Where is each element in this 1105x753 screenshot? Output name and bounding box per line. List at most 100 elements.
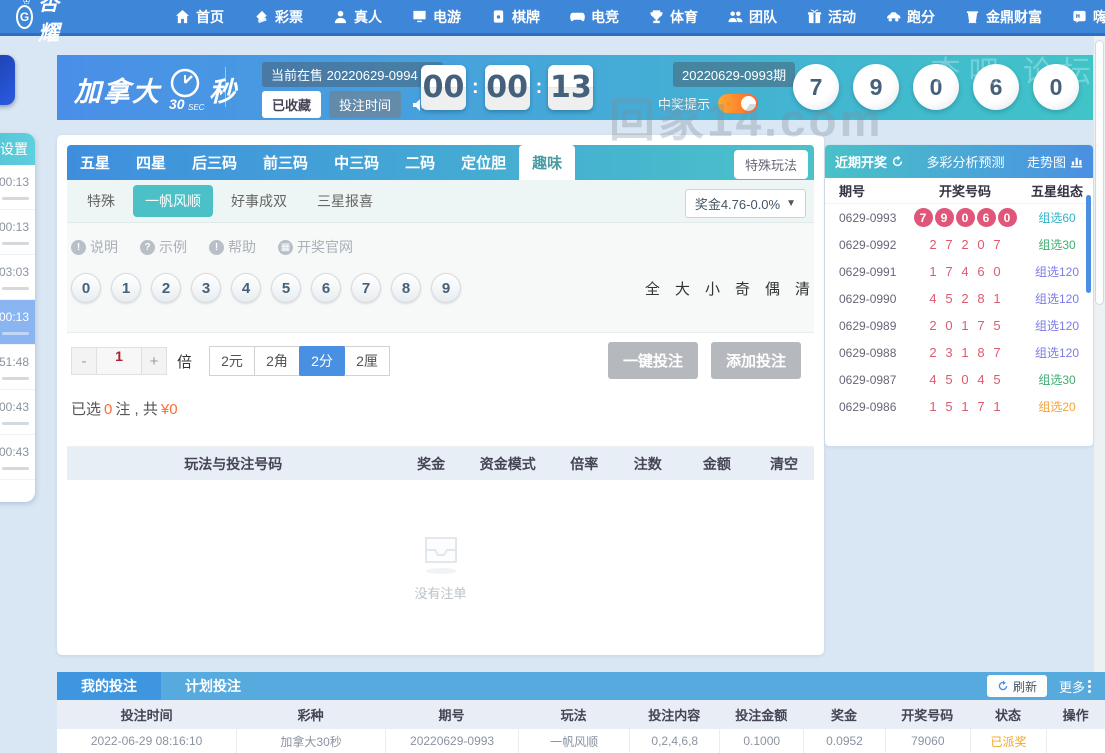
pattern-link[interactable]: 组选120 <box>1021 263 1093 280</box>
slip-col-6[interactable]: 清空 <box>754 454 814 474</box>
recent-draws-scrollbar-thumb[interactable] <box>1086 195 1091 293</box>
nav-item-8[interactable]: 活动 <box>807 7 856 27</box>
pattern-link[interactable]: 组选30 <box>1021 371 1093 388</box>
play-tab-6[interactable]: 定位胆 <box>448 145 519 180</box>
pattern-link[interactable]: 组选120 <box>1021 317 1093 334</box>
tab-analysis-forecast[interactable]: 多彩分析预测 <box>926 152 1004 171</box>
lottery-timer-item-5[interactable]: 00:43 <box>0 390 35 435</box>
nav-item-0[interactable]: 首页 <box>175 7 224 27</box>
lottery-timer-item-2[interactable]: 03:03 <box>0 255 35 300</box>
info-link-3[interactable]: ▦ 开奖官网 <box>278 237 353 257</box>
quick-action-3[interactable]: 奇 <box>735 278 750 299</box>
bonus-dropdown[interactable]: 奖金4.76-0.0% ▼ <box>684 189 806 218</box>
pattern-link[interactable]: 组选120 <box>1021 344 1093 361</box>
my-bets-tab-1[interactable]: 计划投注 <box>161 672 265 700</box>
nav-item-7[interactable]: 团队 <box>728 7 777 27</box>
nav-item-1[interactable]: 彩票 <box>254 7 303 27</box>
win-tip-toggle[interactable] <box>718 94 759 113</box>
draw-number: 7 <box>945 264 953 279</box>
refresh-button[interactable]: 刷新 <box>986 675 1047 697</box>
sub-tab-1[interactable]: 一帆风顺 <box>133 185 213 217</box>
pick-number-1[interactable]: 1 <box>111 273 141 303</box>
floating-widget[interactable] <box>0 55 15 105</box>
lottery-timer-item-1[interactable]: 00:13 <box>0 210 35 255</box>
pick-number-2[interactable]: 2 <box>151 273 181 303</box>
lottery-timer-item-0[interactable]: 00:13 <box>0 165 35 210</box>
draw-issue: 0629-0986 <box>839 399 897 414</box>
play-tab-2[interactable]: 后三码 <box>179 145 250 180</box>
pick-number-4[interactable]: 4 <box>231 273 261 303</box>
nav-item-label: 彩票 <box>275 8 303 25</box>
quick-action-1[interactable]: 大 <box>675 278 690 299</box>
bet-time-button[interactable]: 投注时间 <box>329 91 402 118</box>
activity-icon <box>807 9 822 24</box>
tab-trend-chart[interactable]: 走势图 <box>1027 152 1083 171</box>
pattern-link[interactable]: 组选20 <box>1021 398 1093 415</box>
pick-number-3[interactable]: 3 <box>191 273 221 303</box>
info-link-2[interactable]: ! 帮助 <box>209 237 256 257</box>
sub-tab-3[interactable]: 三星报喜 <box>305 185 385 217</box>
pick-number-9[interactable]: 9 <box>431 273 461 303</box>
sidebar-settings-header[interactable]: 设置 <box>0 133 35 165</box>
pick-number-8[interactable]: 8 <box>391 273 421 303</box>
money-mode-2[interactable]: 2分 <box>299 346 346 376</box>
multiplier-value[interactable]: 1 <box>97 347 141 375</box>
lottery-timer-item-4[interactable]: 51:48 <box>0 345 35 390</box>
favorited-button[interactable]: 已收藏 <box>262 91 322 118</box>
nav-item-4[interactable]: 棋牌 <box>491 7 540 27</box>
info-circle-icon: ▦ <box>278 239 293 255</box>
top-navigation: G 杏耀 首页 彩票 真人 电游 棋牌 电竞 体育 团队 活动 跑分 金鼎财富 嗨 <box>0 0 1105 45</box>
pattern-link[interactable]: 组选60 <box>1021 209 1093 226</box>
more-button[interactable]: 更多 <box>1059 677 1091 696</box>
quick-bet-button[interactable]: 一键投注 <box>608 342 698 379</box>
play-tab-4[interactable]: 中三码 <box>321 145 392 180</box>
nav-item-9[interactable]: 跑分 <box>886 7 935 27</box>
special-play-button[interactable]: 特殊玩法 <box>733 150 808 179</box>
multiplier-plus-button[interactable]: + <box>141 347 167 375</box>
add-bet-button[interactable]: 添加投注 <box>711 342 801 379</box>
info-link-1[interactable]: ? 示例 <box>140 237 187 257</box>
lottery-timer-item-partial[interactable] <box>0 480 35 502</box>
nav-item-label: 团队 <box>749 8 777 25</box>
quick-action-0[interactable]: 全 <box>645 278 660 299</box>
quick-action-2[interactable]: 小 <box>705 278 720 299</box>
lottery-timer-item-3[interactable]: 00:13 <box>0 300 35 345</box>
refresh-icon <box>998 680 1008 691</box>
pattern-link[interactable]: 组选120 <box>1021 290 1093 307</box>
site-logo[interactable]: G 杏耀 <box>16 0 67 47</box>
page-scrollbar-thumb[interactable] <box>1095 40 1104 305</box>
pick-number-0[interactable]: 0 <box>71 273 101 303</box>
play-tab-1[interactable]: 四星 <box>123 145 179 180</box>
pick-number-6[interactable]: 6 <box>311 273 341 303</box>
multiplier-minus-button[interactable]: - <box>71 347 97 375</box>
lottery-timer-item-6[interactable]: 00:43 <box>0 435 35 480</box>
nav-item-label: 体育 <box>670 8 698 25</box>
tab-recent-draws[interactable]: 近期开奖 <box>835 152 904 171</box>
pick-number-5[interactable]: 5 <box>271 273 301 303</box>
nav-item-2[interactable]: 真人 <box>333 7 382 27</box>
pattern-link[interactable]: 组选30 <box>1021 236 1093 253</box>
money-mode-0[interactable]: 2元 <box>209 346 256 376</box>
info-link-0[interactable]: ! 说明 <box>71 237 118 257</box>
nav-item-10[interactable]: 金鼎财富 <box>965 7 1042 27</box>
my-bets-tab-0[interactable]: 我的投注 <box>57 672 161 700</box>
quick-action-4[interactable]: 偶 <box>765 278 780 299</box>
money-mode-3[interactable]: 2厘 <box>344 346 391 376</box>
play-tab-3[interactable]: 前三码 <box>250 145 321 180</box>
play-tab-0[interactable]: 五星 <box>67 145 123 180</box>
draw-number: 1 <box>993 291 1001 306</box>
nav-item-3[interactable]: 电游 <box>412 7 461 27</box>
draw-number: 2 <box>929 237 937 252</box>
pick-number-7[interactable]: 7 <box>351 273 381 303</box>
play-tab-7[interactable]: 趣味 <box>519 145 576 180</box>
sub-tab-0[interactable]: 特殊 <box>75 185 127 217</box>
sub-tab-2[interactable]: 好事成双 <box>219 185 299 217</box>
money-mode-1[interactable]: 2角 <box>254 346 301 376</box>
svg-text:SEC: SEC <box>188 103 205 112</box>
play-tab-5[interactable]: 二码 <box>392 145 448 180</box>
quick-action-5[interactable]: 清 <box>795 278 810 299</box>
nav-item-11[interactable]: 嗨 <box>1072 7 1105 27</box>
nav-item-6[interactable]: 体育 <box>649 7 698 27</box>
nav-item-5[interactable]: 电竞 <box>570 7 619 27</box>
page-scrollbar[interactable] <box>1094 36 1105 753</box>
